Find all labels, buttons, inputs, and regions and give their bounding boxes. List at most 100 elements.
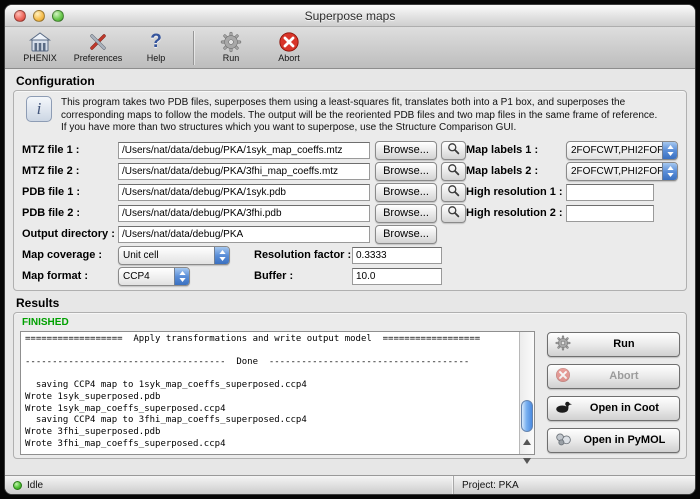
status-dot-icon — [13, 481, 22, 490]
pdb-file-1-row: PDB file 1 : Browse... High resolution 1 — [22, 182, 678, 203]
project-pane: Project: PKA — [453, 476, 695, 494]
status-text: Idle — [27, 480, 43, 491]
results-action-buttons: Run Abort — [547, 331, 680, 455]
mtz-file-2-input[interactable] — [118, 163, 370, 180]
abort-icon — [555, 367, 571, 386]
window-title: Superpose maps — [5, 9, 695, 23]
results-section-title: Results — [16, 296, 687, 310]
map-labels-2-dropdown[interactable]: 2FOFCWT,PHI2FOF... — [566, 162, 678, 181]
toolbar-item-phenix[interactable]: PHENIX — [11, 29, 69, 63]
map-format-slot: CCP4 — [118, 267, 254, 286]
run-button[interactable]: Run — [547, 332, 680, 357]
scrollbar-thumb[interactable] — [521, 400, 533, 432]
mtz-file-1-browse-button[interactable]: Browse... — [375, 141, 437, 160]
project-label: Project: PKA — [462, 480, 519, 491]
toolbar-item-run[interactable]: Run — [202, 29, 260, 63]
pdb-file-2-row: PDB file 2 : Browse... High resolution 2 — [22, 203, 678, 224]
gear-icon — [219, 30, 243, 54]
map-format-value: CCP4 — [119, 268, 174, 285]
toolbar-label-run: Run — [223, 53, 240, 63]
configuration-groupbox: i This program takes two PDB files, supe… — [13, 90, 687, 291]
mtz-file-2-label: MTZ file 2 : — [22, 165, 118, 177]
toolbar-label-help: Help — [147, 53, 166, 63]
magnifier-icon — [447, 163, 460, 179]
tools-icon — [86, 30, 110, 54]
output-directory-controls: Browse... — [118, 225, 466, 244]
status-finished: FINISHED — [22, 317, 680, 328]
results-groupbox: FINISHED ================== Apply transf… — [13, 312, 687, 459]
description-text: This program takes two PDB files, superp… — [61, 96, 676, 135]
toolbar-item-abort[interactable]: Abort — [260, 29, 318, 63]
mtz-file-1-input[interactable] — [118, 142, 370, 159]
zoom-button[interactable] — [52, 10, 64, 22]
mtz-file-2-row: MTZ file 2 : Browse... Map labels 2 : — [22, 161, 678, 182]
toolbar-label-phenix: PHENIX — [23, 53, 57, 63]
buffer-label: Buffer : — [254, 270, 352, 282]
map-format-dropdown[interactable]: CCP4 — [118, 267, 190, 286]
toolbar-item-preferences[interactable]: Preferences — [69, 29, 127, 63]
map-coverage-value: Unit cell — [119, 247, 214, 264]
pymol-icon — [555, 432, 572, 449]
dropdown-arrows-icon — [174, 268, 189, 285]
configuration-section-title: Configuration — [16, 74, 687, 88]
map-coverage-row: Map coverage : Unit cell Resolution fact… — [22, 245, 678, 266]
close-button[interactable] — [14, 10, 26, 22]
output-directory-row: Output directory : Browse... — [22, 224, 678, 245]
minimize-button[interactable] — [33, 10, 45, 22]
map-format-label: Map format : — [22, 270, 118, 282]
pdb-file-1-input[interactable] — [118, 184, 370, 201]
pdb-file-2-controls: Browse... — [118, 204, 466, 223]
map-labels-1-label: Map labels 1 : — [466, 144, 566, 156]
pdb-file-2-input[interactable] — [118, 205, 370, 222]
pdb-file-2-browse-button[interactable]: Browse... — [375, 204, 437, 223]
coot-bird-icon — [555, 400, 572, 417]
mtz-file-2-browse-button[interactable]: Browse... — [375, 162, 437, 181]
resolution-factor-input[interactable] — [352, 247, 442, 264]
pdb-file-1-browse-button[interactable]: Browse... — [375, 183, 437, 202]
mtz-file-1-preview-button[interactable] — [441, 141, 466, 160]
map-coverage-label: Map coverage : — [22, 249, 118, 261]
info-icon: i — [26, 96, 52, 122]
scroll-down-arrow-icon[interactable] — [523, 451, 531, 469]
buffer-input[interactable] — [352, 268, 442, 285]
open-in-pymol-button-label: Open in PyMOL — [577, 434, 672, 446]
phenix-home-icon — [28, 30, 52, 54]
description-row: i This program takes two PDB files, supe… — [20, 94, 680, 140]
pdb-file-2-preview-button[interactable] — [441, 204, 466, 223]
high-resolution-1-label: High resolution 1 : — [466, 186, 566, 198]
high-resolution-2-input[interactable] — [566, 205, 654, 222]
toolbar-item-help[interactable]: ? Help — [127, 29, 185, 63]
abort-button[interactable]: Abort — [547, 364, 680, 389]
high-resolution-2-label: High resolution 2 : — [466, 207, 566, 219]
output-directory-label: Output directory : — [22, 228, 118, 240]
map-labels-1-value: 2FOFCWT,PHI2FOF... — [567, 142, 662, 159]
output-directory-input[interactable] — [118, 226, 370, 243]
console-scrollbar[interactable] — [519, 332, 534, 454]
help-icon: ? — [144, 30, 168, 54]
dropdown-arrows-icon — [214, 247, 229, 264]
titlebar[interactable]: Superpose maps — [5, 5, 695, 27]
run-button-label: Run — [576, 338, 672, 350]
mtz-file-1-label: MTZ file 1 : — [22, 144, 118, 156]
map-coverage-slot: Unit cell — [118, 246, 254, 265]
magnifier-icon — [447, 205, 460, 221]
map-labels-1-dropdown[interactable]: 2FOFCWT,PHI2FOF... — [566, 141, 678, 160]
pdb-file-1-label: PDB file 1 : — [22, 186, 118, 198]
console-output[interactable]: ================== Apply transformations… — [21, 332, 519, 454]
pdb-file-1-preview-button[interactable] — [441, 183, 466, 202]
content-area: Configuration i This program takes two P… — [5, 69, 695, 475]
map-labels-2-label: Map labels 2 : — [466, 165, 566, 177]
scroll-up-arrow-icon[interactable] — [523, 433, 531, 451]
high-resolution-1-input[interactable] — [566, 184, 654, 201]
resolution-factor-label: Resolution factor : — [254, 249, 352, 261]
output-directory-browse-button[interactable]: Browse... — [375, 225, 437, 244]
scrollbar-arrows — [520, 431, 534, 453]
mtz-file-2-preview-button[interactable] — [441, 162, 466, 181]
open-in-pymol-button[interactable]: Open in PyMOL — [547, 428, 680, 453]
toolbar-label-abort: Abort — [278, 53, 300, 63]
abort-icon — [277, 30, 301, 54]
open-in-coot-button-label: Open in Coot — [577, 402, 672, 414]
map-coverage-dropdown[interactable]: Unit cell — [118, 246, 230, 265]
mtz-file-1-controls: Browse... — [118, 141, 466, 160]
open-in-coot-button[interactable]: Open in Coot — [547, 396, 680, 421]
